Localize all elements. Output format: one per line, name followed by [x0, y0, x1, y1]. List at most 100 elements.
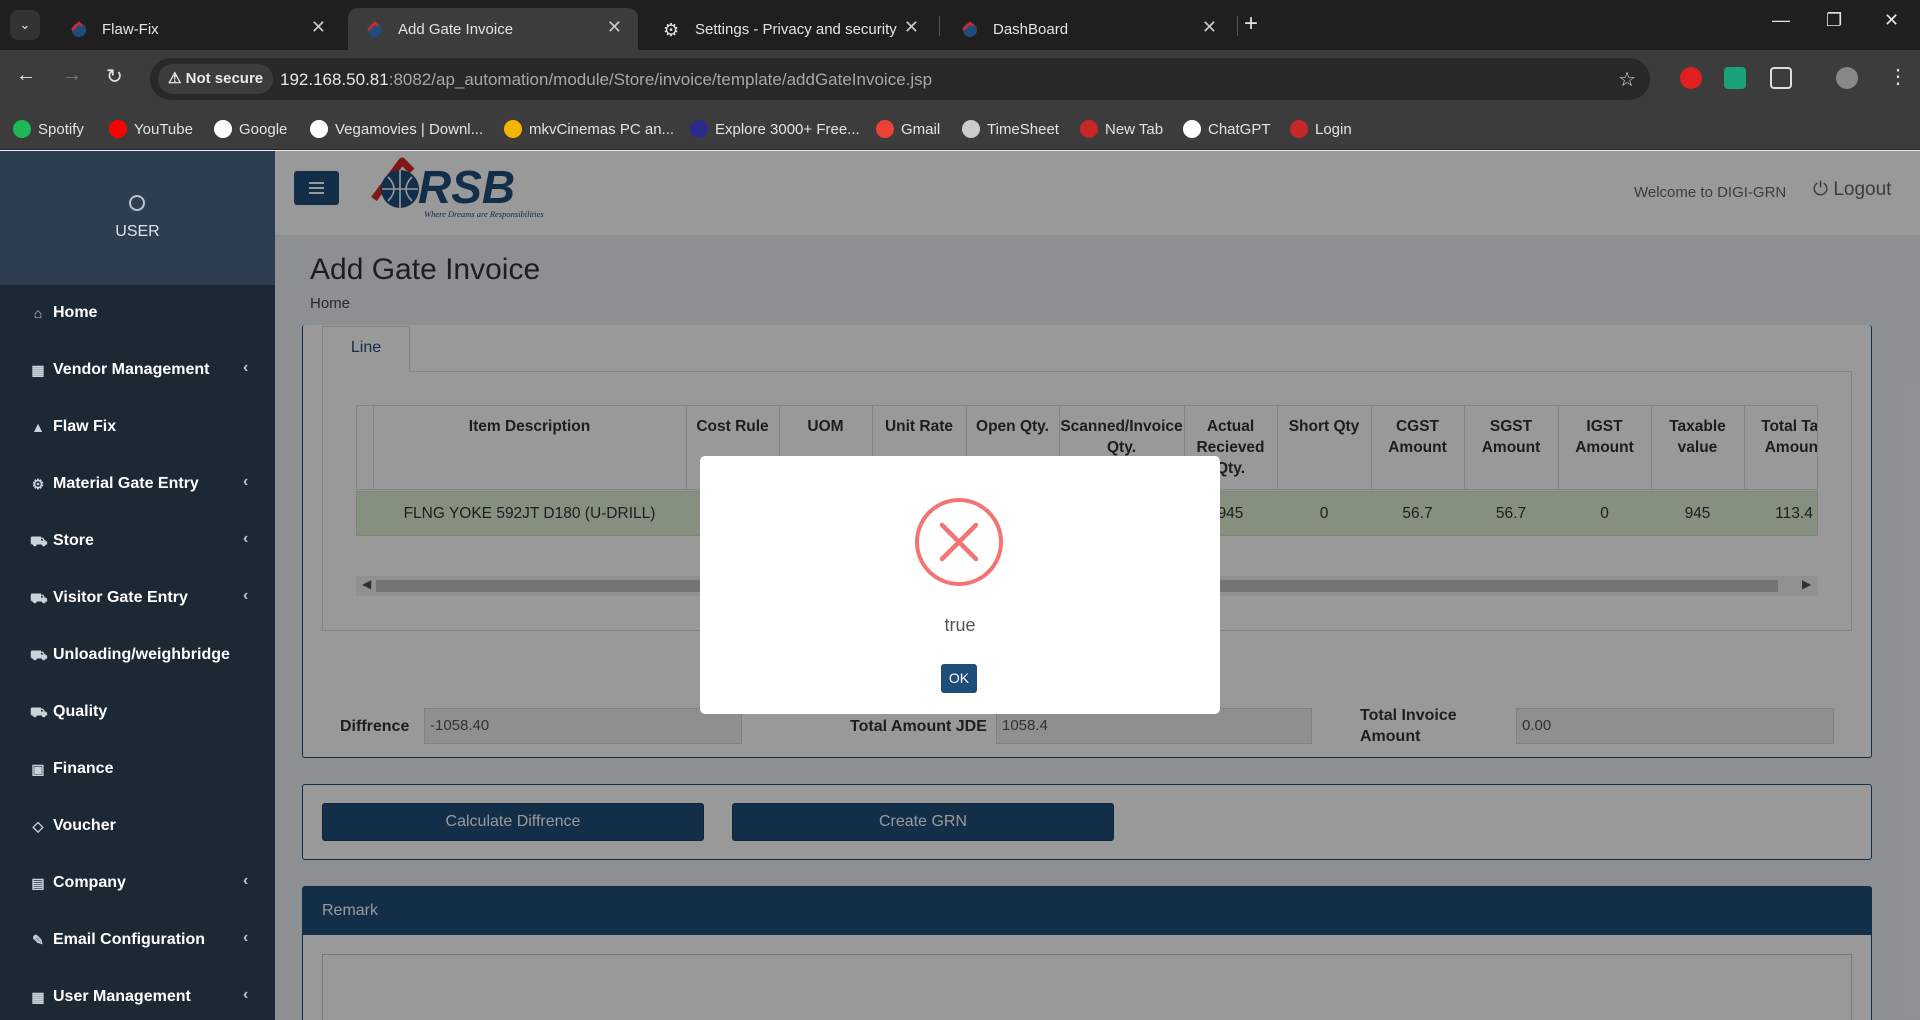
sidebar-item[interactable]: ✎ Email Configuration ‹	[0, 912, 275, 969]
close-icon[interactable]: ✕	[1202, 17, 1217, 38]
close-icon[interactable]: ✕	[311, 17, 326, 38]
security-chip[interactable]: ⚠ Not secure	[158, 64, 274, 94]
sidebar-item-label: Voucher	[53, 817, 116, 834]
home-icon: ⌂	[33, 305, 43, 321]
tab-title: Settings - Privacy and security	[695, 21, 897, 38]
bookmark-new-tab[interactable]: New Tab	[1080, 116, 1163, 142]
browser-tabstrip: ⌄ Flaw-Fix ✕ Add Gate Invoice ✕ ⚙ Settin…	[0, 0, 1920, 50]
bookmark-label: ChatGPT	[1208, 120, 1271, 138]
browser-tab-settings[interactable]: ⚙ Settings - Privacy and security ✕	[645, 8, 935, 50]
browser-toolbar: ← → ↻ ⚠ Not secure 192.168.50.81:8082/ap…	[0, 50, 1920, 108]
browser-tab-flaw-fix[interactable]: Flaw-Fix ✕	[52, 8, 342, 50]
bookmark-login[interactable]: Login	[1290, 116, 1352, 142]
alert-dialog: true OK	[700, 456, 1220, 714]
browser-menu-icon[interactable]: ⋮	[1888, 64, 1908, 89]
sidebar-item[interactable]: ▣ Finance	[0, 741, 275, 798]
chatgpt-icon	[1183, 120, 1201, 138]
reload-icon[interactable]: ↻	[106, 64, 123, 89]
back-arrow-icon[interactable]: ←	[16, 64, 36, 87]
error-x-icon	[915, 498, 1003, 586]
sidebar-item[interactable]: ⛟ Visitor Gate Entry ‹	[0, 570, 275, 627]
browser-tab-add-gate-invoice[interactable]: Add Gate Invoice ✕	[348, 8, 638, 50]
mail-extension-icon[interactable]	[1724, 67, 1746, 89]
sidebar-item-label: Unloading/weighbridge	[53, 646, 230, 663]
bookmark-vegamovies[interactable]: Vegamovies | Downl...	[310, 116, 483, 142]
truck-icon: ⛟	[30, 590, 48, 606]
bookmark-youtube[interactable]: YouTube	[109, 116, 193, 142]
sidebar-item-label: Finance	[53, 760, 114, 777]
sidebar-item[interactable]: ⛟ Store ‹	[0, 513, 275, 570]
bookmark-label: TimeSheet	[987, 120, 1059, 138]
url-text[interactable]: 192.168.50.81:8082/ap_automation/module/…	[280, 70, 932, 90]
sidebar-item-label: Store	[53, 532, 94, 549]
forward-arrow-icon[interactable]: →	[62, 64, 82, 87]
bookmark-chatgpt[interactable]: ChatGPT	[1183, 116, 1271, 142]
sidebar-item[interactable]: ⚙ Material Gate Entry ‹	[0, 456, 275, 513]
truck-icon: ⛟	[30, 647, 48, 663]
new-tab-plus-icon[interactable]: +	[1244, 10, 1258, 38]
sidebar-item[interactable]: ▦ Vendor Management ‹	[0, 342, 275, 399]
adblock-extension-icon[interactable]	[1680, 67, 1702, 89]
google-icon	[310, 120, 328, 138]
sidebar-item-label: Vendor Management	[53, 361, 210, 378]
extensions-puzzle-icon[interactable]	[1770, 67, 1792, 89]
rsb-favicon-icon	[71, 21, 86, 37]
sidebar-item[interactable]: ◇ Voucher	[0, 798, 275, 855]
close-icon[interactable]: ✕	[607, 17, 622, 38]
globe-icon	[962, 120, 980, 138]
sidebar-item[interactable]: ▤ Company ‹	[0, 855, 275, 912]
security-chip-label: Not secure	[185, 70, 264, 87]
sidebar-item-label: User Management	[53, 988, 191, 1005]
gmail-icon	[876, 120, 894, 138]
bookmark-timesheet[interactable]: TimeSheet	[962, 116, 1059, 142]
warning-icon: ▲	[31, 419, 45, 435]
rsb-favicon-icon	[1290, 120, 1308, 138]
restore-icon[interactable]: ❐	[1826, 10, 1842, 31]
chevron-left-icon: ‹	[243, 929, 249, 946]
gear-icon: ⚙	[663, 20, 680, 40]
rsb-favicon-icon	[962, 21, 977, 37]
spotify-icon	[13, 120, 31, 138]
chevron-left-icon: ‹	[243, 587, 249, 604]
sidebar-item[interactable]: ⛟ Unloading/weighbridge	[0, 627, 275, 684]
tab-title: Flaw-Fix	[102, 21, 159, 38]
browser-tab-dashboard[interactable]: DashBoard ✕	[943, 8, 1233, 50]
bookmark-explore[interactable]: Explore 3000+ Free...	[690, 116, 860, 142]
sidebar-item[interactable]: ⛟ Quality	[0, 684, 275, 741]
bookmark-label: New Tab	[1105, 120, 1164, 138]
close-icon[interactable]: ✕	[904, 17, 919, 38]
bookmark-google[interactable]: Google	[214, 116, 287, 142]
ok-button[interactable]: OK	[941, 664, 977, 693]
grid-icon: ▦	[31, 989, 45, 1005]
youtube-icon	[109, 120, 127, 138]
sidebar-item[interactable]: ▲ Flaw Fix	[0, 399, 275, 456]
rsb-favicon-icon	[1080, 120, 1098, 138]
gears-icon: ⚙	[31, 476, 45, 492]
bookmark-label: Explore 3000+ Free...	[715, 120, 860, 138]
address-bar[interactable]: ⚠ Not secure 192.168.50.81:8082/ap_autom…	[150, 58, 1650, 100]
rsb-favicon-icon	[367, 21, 382, 37]
grid-icon: ▦	[31, 362, 45, 378]
bookmark-mkvcinemas[interactable]: mkvCinemas PC an...	[504, 116, 674, 142]
edit-icon: ✎	[32, 932, 44, 948]
sidebar-item[interactable]: ⌂ Home	[0, 285, 275, 342]
bookmarks-bar: Spotify YouTube Google Vegamovies | Down…	[0, 108, 1920, 150]
window-close-icon[interactable]: ✕	[1884, 10, 1899, 31]
bookmark-gmail[interactable]: Gmail	[876, 116, 940, 142]
bookmark-label: Google	[239, 120, 288, 138]
sidebar-item-label: Quality	[53, 703, 108, 720]
tab-divider	[1237, 16, 1238, 36]
bookmark-star-icon[interactable]: ☆	[1618, 67, 1636, 92]
google-icon	[214, 120, 232, 138]
sidebar-item-label: Visitor Gate Entry	[53, 589, 188, 606]
bookmark-spotify[interactable]: Spotify	[13, 116, 84, 142]
sidebar-item[interactable]: ▦ User Management ‹	[0, 969, 275, 1020]
minimize-icon[interactable]: —	[1772, 10, 1790, 31]
bookmark-label: Login	[1315, 120, 1352, 138]
sidebar-item-label: Flaw Fix	[53, 418, 117, 435]
diamond-icon: ◇	[32, 818, 44, 834]
tab-title: Add Gate Invoice	[398, 21, 514, 38]
chevron-left-icon: ‹	[243, 986, 249, 1003]
tab-search-button[interactable]: ⌄	[10, 10, 40, 40]
profile-avatar[interactable]	[1836, 67, 1858, 89]
